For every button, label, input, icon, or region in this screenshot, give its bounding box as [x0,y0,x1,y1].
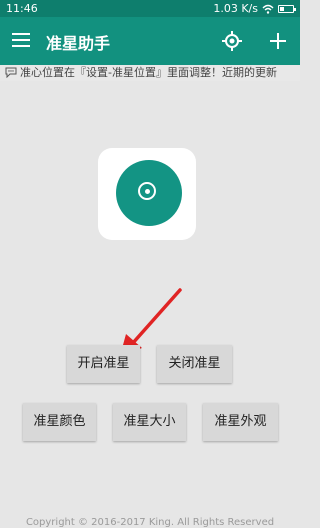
enable-crosshair-button[interactable]: 开启准星 [67,345,140,383]
crosshair-logo-icon [116,160,182,226]
disable-crosshair-button[interactable]: 关闭准星 [157,345,232,383]
chat-bubble-icon [5,67,17,78]
crosshair-appearance-button[interactable]: 准星外观 [203,403,278,441]
menu-icon[interactable] [12,33,30,47]
status-bar: 11:46 1.03 K/s [0,0,300,17]
network-speed: 1.03 K/s [213,2,258,15]
status-time: 11:46 [6,2,38,15]
notice-marquee: 准心位置在『设置-准星位置』里面调整！近期的更新 [0,65,300,81]
crosshair-size-button[interactable]: 准星大小 [113,403,186,441]
copyright-footer: Copyright © 2016-2017 King. All Rights R… [25,517,275,528]
app-bar: 准星助手 [0,17,300,65]
battery-icon [278,4,296,13]
app-logo [98,148,196,240]
crosshair-color-button[interactable]: 准星颜色 [23,403,96,441]
add-icon[interactable] [268,31,288,51]
notice-text: 准心位置在『设置-准星位置』里面调整！近期的更新 [20,66,277,79]
wifi-icon [262,4,274,14]
crosshair-target-icon[interactable] [221,30,243,52]
status-icons: 1.03 K/s [213,2,296,15]
app-title: 准星助手 [46,34,111,53]
